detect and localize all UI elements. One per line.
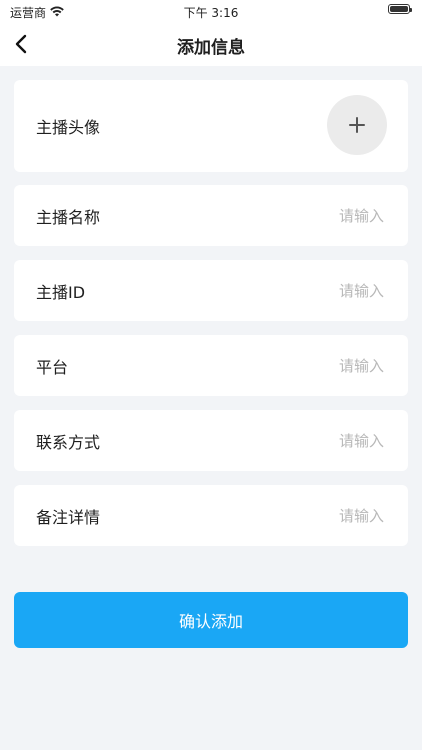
anchor-id-row: 主播ID	[14, 260, 408, 321]
contact-row: 联系方式	[14, 410, 408, 471]
anchor-id-label: 主播ID	[36, 282, 86, 302]
anchor-name-input[interactable]	[232, 205, 386, 226]
platform-input[interactable]	[232, 355, 386, 376]
anchor-name-row: 主播名称	[14, 185, 408, 246]
remarks-label: 备注详情	[36, 507, 101, 527]
add-avatar-button[interactable]	[327, 95, 387, 155]
battery-icon	[388, 4, 412, 14]
contact-label: 联系方式	[36, 432, 101, 452]
confirm-add-button[interactable]: 确认添加	[14, 592, 408, 648]
remarks-row: 备注详情	[14, 485, 408, 546]
avatar-row: 主播头像	[14, 80, 408, 172]
avatar-label: 主播头像	[36, 118, 101, 137]
platform-label: 平台	[36, 357, 69, 377]
nav-bar: 添加信息	[0, 22, 422, 66]
status-bar: 运营商 下午 3:16	[0, 0, 422, 22]
platform-row: 平台	[14, 335, 408, 396]
remarks-input[interactable]	[232, 505, 386, 526]
plus-icon	[349, 117, 365, 133]
anchor-id-input[interactable]	[232, 280, 386, 301]
status-time: 下午 3:16	[183, 6, 239, 20]
form: 主播头像 主播名称 主播ID 平台 联系方式 备注详情	[14, 80, 408, 560]
contact-input[interactable]	[232, 430, 386, 451]
anchor-name-label: 主播名称	[36, 207, 101, 227]
page-title: 添加信息	[177, 38, 245, 58]
